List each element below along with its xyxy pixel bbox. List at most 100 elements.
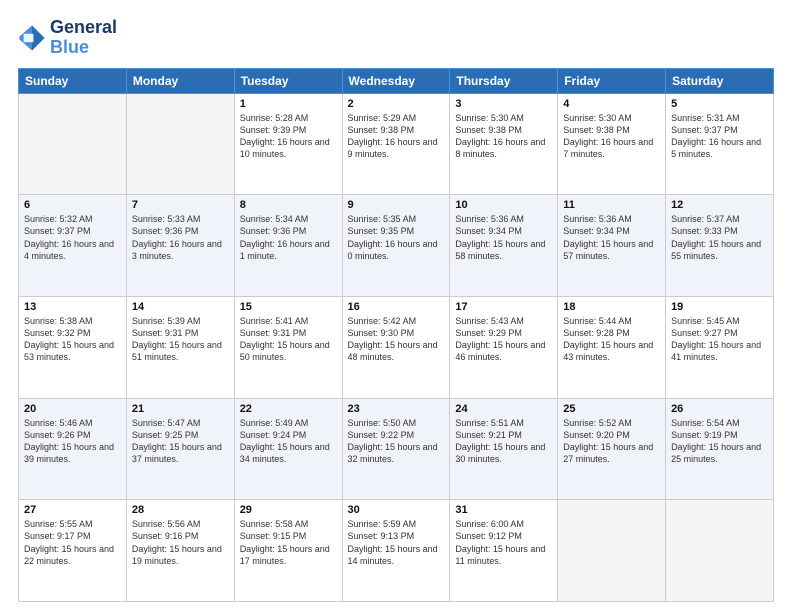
calendar-cell: 12 Sunrise: 5:37 AMSunset: 9:33 PMDayligh…: [666, 195, 774, 297]
calendar-cell: [19, 93, 127, 195]
calendar-cell: 19 Sunrise: 5:45 AMSunset: 9:27 PMDayligh…: [666, 296, 774, 398]
calendar-cell: [558, 500, 666, 602]
day-number: 27: [24, 504, 121, 516]
day-info: Sunrise: 5:45 AMSunset: 9:27 PMDaylight:…: [671, 315, 768, 364]
day-number: 6: [24, 199, 121, 211]
day-number: 23: [348, 403, 445, 415]
calendar-cell: 5Sunrise: 5:31 AMSunset: 9:37 PMDaylight…: [666, 93, 774, 195]
logo: GeneralBlue: [18, 18, 117, 58]
day-number: 7: [132, 199, 229, 211]
day-header-sunday: Sunday: [19, 68, 127, 93]
day-header-thursday: Thursday: [450, 68, 558, 93]
day-info: Sunrise: 6:00 AMSunset: 9:12 PMDaylight:…: [455, 518, 552, 567]
calendar-cell: 13Sunrise: 5:38 AMSunset: 9:32 PMDayligh…: [19, 296, 127, 398]
calendar-cell: 28 Sunrise: 5:56 AMSunset: 9:16 PMDayligh…: [126, 500, 234, 602]
logo-blue: Blue: [50, 38, 117, 58]
day-info: Sunrise: 5:47 AMSunset: 9:25 PMDaylight:…: [132, 417, 229, 466]
day-number: 12: [671, 199, 768, 211]
day-info: Sunrise: 5:28 AMSunset: 9:39 PMDaylight:…: [240, 112, 337, 161]
day-number: 2: [348, 98, 445, 110]
calendar-cell: 6 Sunrise: 5:32 AMSunset: 9:37 PMDaylight…: [19, 195, 127, 297]
day-number: 31: [455, 504, 552, 516]
day-info: Sunrise: 5:42 AMSunset: 9:30 PMDaylight:…: [348, 315, 445, 364]
calendar-cell: [126, 93, 234, 195]
day-header-saturday: Saturday: [666, 68, 774, 93]
logo-general: General: [50, 18, 117, 38]
calendar-cell: 23 Sunrise: 5:50 AMSunset: 9:22 PMDayligh…: [342, 398, 450, 500]
day-number: 18: [563, 301, 660, 313]
day-info: Sunrise: 5:32 AMSunset: 9:37 PMDaylight:…: [24, 213, 121, 262]
calendar-week-4: 20 Sunrise: 5:46 AMSunset: 9:26 PMDayligh…: [19, 398, 774, 500]
calendar-cell: 18 Sunrise: 5:44 AMSunset: 9:28 PMDayligh…: [558, 296, 666, 398]
day-info: Sunrise: 5:31 AMSunset: 9:37 PMDaylight:…: [671, 112, 768, 161]
calendar-week-5: 27 Sunrise: 5:55 AMSunset: 9:17 PMDayligh…: [19, 500, 774, 602]
calendar-cell: [666, 500, 774, 602]
header: GeneralBlue: [18, 18, 774, 58]
calendar-cell: 3 Sunrise: 5:30 AMSunset: 9:38 PMDaylight…: [450, 93, 558, 195]
day-number: 17: [455, 301, 552, 313]
calendar-cell: 15 Sunrise: 5:41 AMSunset: 9:31 PMDayligh…: [234, 296, 342, 398]
day-number: 16: [348, 301, 445, 313]
day-number: 19: [671, 301, 768, 313]
calendar-cell: 30 Sunrise: 5:59 AMSunset: 9:13 PMDayligh…: [342, 500, 450, 602]
page: GeneralBlue SundayMondayTuesdayWednesday…: [0, 0, 792, 612]
day-info: Sunrise: 5:52 AMSunset: 9:20 PMDaylight:…: [563, 417, 660, 466]
day-info: Sunrise: 5:37 AMSunset: 9:33 PMDaylight:…: [671, 213, 768, 262]
day-info: Sunrise: 5:39 AMSunset: 9:31 PMDaylight:…: [132, 315, 229, 364]
calendar-cell: 31 Sunrise: 6:00 AMSunset: 9:12 PMDayligh…: [450, 500, 558, 602]
day-number: 14: [132, 301, 229, 313]
calendar-cell: 10Sunrise: 5:36 AMSunset: 9:34 PMDayligh…: [450, 195, 558, 297]
day-info: Sunrise: 5:36 AMSunset: 9:34 PMDaylight:…: [563, 213, 660, 262]
day-info: Sunrise: 5:44 AMSunset: 9:28 PMDaylight:…: [563, 315, 660, 364]
calendar-cell: 27 Sunrise: 5:55 AMSunset: 9:17 PMDayligh…: [19, 500, 127, 602]
day-info: Sunrise: 5:50 AMSunset: 9:22 PMDaylight:…: [348, 417, 445, 466]
day-info: Sunrise: 5:38 AMSunset: 9:32 PMDaylight:…: [24, 315, 121, 364]
day-number: 30: [348, 504, 445, 516]
calendar-week-1: 1 Sunrise: 5:28 AMSunset: 9:39 PMDaylight…: [19, 93, 774, 195]
day-header-wednesday: Wednesday: [342, 68, 450, 93]
day-info: Sunrise: 5:43 AMSunset: 9:29 PMDaylight:…: [455, 315, 552, 364]
calendar-cell: 16 Sunrise: 5:42 AMSunset: 9:30 PMDayligh…: [342, 296, 450, 398]
day-number: 11: [563, 199, 660, 211]
day-info: Sunrise: 5:29 AMSunset: 9:38 PMDaylight:…: [348, 112, 445, 161]
calendar-cell: 4 Sunrise: 5:30 AMSunset: 9:38 PMDaylight…: [558, 93, 666, 195]
day-header-friday: Friday: [558, 68, 666, 93]
day-number: 3: [455, 98, 552, 110]
day-number: 28: [132, 504, 229, 516]
day-number: 10: [455, 199, 552, 211]
day-info: Sunrise: 5:54 AMSunset: 9:19 PMDaylight:…: [671, 417, 768, 466]
calendar-cell: 8 Sunrise: 5:34 AMSunset: 9:36 PMDaylight…: [234, 195, 342, 297]
calendar-cell: 7 Sunrise: 5:33 AMSunset: 9:36 PMDaylight…: [126, 195, 234, 297]
day-info: Sunrise: 5:30 AMSunset: 9:38 PMDaylight:…: [455, 112, 552, 161]
calendar-cell: 11 Sunrise: 5:36 AMSunset: 9:34 PMDayligh…: [558, 195, 666, 297]
day-number: 21: [132, 403, 229, 415]
day-number: 9: [348, 199, 445, 211]
day-info: Sunrise: 5:35 AMSunset: 9:35 PMDaylight:…: [348, 213, 445, 262]
day-number: 29: [240, 504, 337, 516]
day-number: 1: [240, 98, 337, 110]
day-info: Sunrise: 5:33 AMSunset: 9:36 PMDaylight:…: [132, 213, 229, 262]
day-info: Sunrise: 5:56 AMSunset: 9:16 PMDaylight:…: [132, 518, 229, 567]
calendar-cell: 24Sunrise: 5:51 AMSunset: 9:21 PMDayligh…: [450, 398, 558, 500]
day-number: 8: [240, 199, 337, 211]
day-number: 25: [563, 403, 660, 415]
day-info: Sunrise: 5:55 AMSunset: 9:17 PMDaylight:…: [24, 518, 121, 567]
calendar-cell: 9 Sunrise: 5:35 AMSunset: 9:35 PMDaylight…: [342, 195, 450, 297]
day-number: 20: [24, 403, 121, 415]
day-info: Sunrise: 5:46 AMSunset: 9:26 PMDaylight:…: [24, 417, 121, 466]
day-info: Sunrise: 5:41 AMSunset: 9:31 PMDaylight:…: [240, 315, 337, 364]
day-info: Sunrise: 5:34 AMSunset: 9:36 PMDaylight:…: [240, 213, 337, 262]
day-number: 26: [671, 403, 768, 415]
day-number: 4: [563, 98, 660, 110]
day-info: Sunrise: 5:59 AMSunset: 9:13 PMDaylight:…: [348, 518, 445, 567]
calendar-cell: 20 Sunrise: 5:46 AMSunset: 9:26 PMDayligh…: [19, 398, 127, 500]
day-info: Sunrise: 5:51 AMSunset: 9:21 PMDaylight:…: [455, 417, 552, 466]
day-info: Sunrise: 5:49 AMSunset: 9:24 PMDaylight:…: [240, 417, 337, 466]
calendar-cell: 22Sunrise: 5:49 AMSunset: 9:24 PMDayligh…: [234, 398, 342, 500]
calendar-cell: 26 Sunrise: 5:54 AMSunset: 9:19 PMDayligh…: [666, 398, 774, 500]
day-info: Sunrise: 5:30 AMSunset: 9:38 PMDaylight:…: [563, 112, 660, 161]
day-number: 15: [240, 301, 337, 313]
calendar-cell: 21 Sunrise: 5:47 AMSunset: 9:25 PMDayligh…: [126, 398, 234, 500]
day-info: Sunrise: 5:58 AMSunset: 9:15 PMDaylight:…: [240, 518, 337, 567]
calendar-header-row: SundayMondayTuesdayWednesdayThursdayFrid…: [19, 68, 774, 93]
